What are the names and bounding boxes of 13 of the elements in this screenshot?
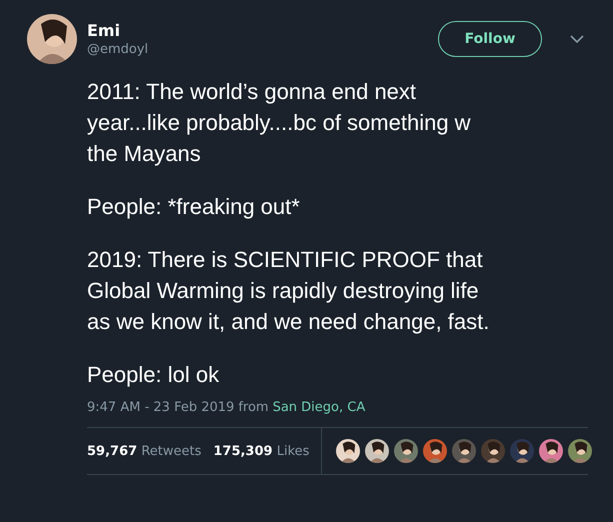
from-label: from [238,400,269,415]
location-link[interactable]: San Diego, CA [272,400,366,415]
timestamp: 9:47 AM - 23 Feb 2019 [87,400,234,415]
stat-count[interactable]: 59,767 Retweets [87,444,202,458]
follow-button[interactable]: Follow [438,21,542,57]
tweet-paragraph: People: lol ok [87,361,220,389]
tweet-paragraph: People: *freaking out* [87,193,301,221]
author-name: Emi [87,21,122,40]
tweet-paragraph: 2011: The world’s gonna end next year...like probably....bc of something w the Mayans [87,78,472,168]
chevron-down-icon[interactable] [570,35,584,43]
author-handle: @emdoyl [87,42,150,57]
tweet-paragraph: 2019: There is SCIENTIFIC PROOF that Global Warming is rapidly destroying life as we know it, and we need change, fast. [87,246,490,336]
stat-count[interactable]: 175,309 Likes [213,444,310,458]
